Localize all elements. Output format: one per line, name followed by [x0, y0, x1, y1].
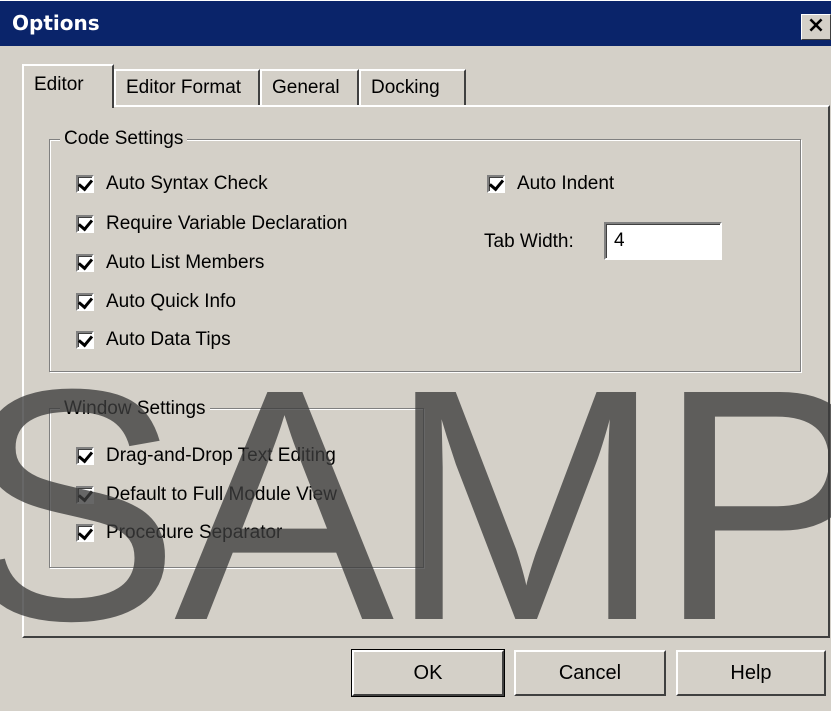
- checkbox-label: Procedure Separator: [106, 522, 283, 543]
- window-settings-label: Window Settings: [60, 398, 210, 420]
- tab-editor[interactable]: Editor: [22, 64, 114, 108]
- checkbox-label: Default to Full Module View: [106, 484, 337, 505]
- auto-quick-info-checkbox[interactable]: Auto Quick Info: [76, 291, 236, 313]
- checkbox-checked-icon: [76, 486, 94, 504]
- checkbox-checked-icon: [76, 331, 94, 349]
- checkbox-checked-icon: [76, 447, 94, 465]
- drag-and-drop-text-editing-checkbox[interactable]: Drag-and-Drop Text Editing: [76, 445, 336, 467]
- tab-width-label: Tab Width:: [484, 231, 574, 252]
- procedure-separator-checkbox[interactable]: Procedure Separator: [76, 522, 282, 544]
- ok-button[interactable]: OK: [351, 649, 505, 697]
- tab-general[interactable]: General: [260, 69, 359, 106]
- window-title: Options: [12, 11, 100, 35]
- auto-list-members-checkbox[interactable]: Auto List Members: [76, 252, 264, 274]
- tab-docking[interactable]: Docking: [359, 69, 466, 106]
- checkbox-checked-icon: [76, 293, 94, 311]
- require-variable-declaration-checkbox[interactable]: Require Variable Declaration: [76, 213, 348, 235]
- checkbox-label: Auto Data Tips: [106, 329, 231, 350]
- auto-syntax-check-checkbox[interactable]: Auto Syntax Check: [76, 173, 268, 195]
- auto-data-tips-checkbox[interactable]: Auto Data Tips: [76, 329, 231, 351]
- checkbox-label: Auto Syntax Check: [106, 173, 268, 194]
- auto-indent-checkbox[interactable]: Auto Indent: [487, 173, 614, 195]
- cancel-button[interactable]: Cancel: [514, 650, 666, 696]
- checkbox-label: Auto Quick Info: [106, 291, 236, 312]
- checkbox-label: Auto List Members: [106, 252, 265, 273]
- checkbox-label: Require Variable Declaration: [106, 213, 348, 234]
- code-settings-label: Code Settings: [60, 128, 188, 150]
- checkbox-label: Auto Indent: [517, 173, 615, 194]
- default-to-full-module-view-checkbox[interactable]: Default to Full Module View: [76, 484, 337, 506]
- checkbox-checked-icon: [76, 524, 94, 542]
- checkbox-checked-icon: [487, 175, 505, 193]
- checkbox-checked-icon: [76, 254, 94, 272]
- title-bar: Options: [0, 0, 831, 46]
- checkbox-checked-icon: [76, 175, 94, 193]
- checkbox-checked-icon: [76, 215, 94, 233]
- checkbox-label: Drag-and-Drop Text Editing: [106, 445, 336, 466]
- tab-width-input[interactable]: 4: [604, 222, 722, 260]
- close-button[interactable]: ×: [801, 14, 831, 40]
- help-button[interactable]: Help: [676, 650, 826, 696]
- tab-editor-format[interactable]: Editor Format: [114, 69, 260, 106]
